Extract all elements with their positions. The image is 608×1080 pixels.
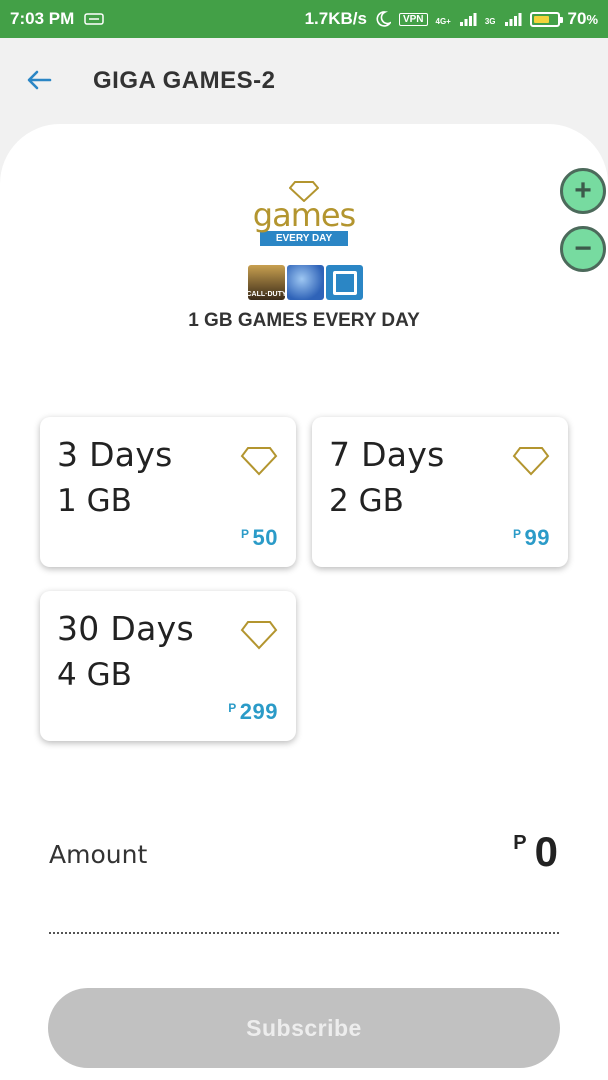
signal-icon [459, 13, 477, 26]
plan-data: 1 GB [57, 483, 132, 519]
zoom-out-button[interactable]: − [560, 226, 606, 272]
signal-icon [504, 13, 522, 26]
amount-label: Amount [49, 840, 148, 869]
net-speed: 1.7KB/s [304, 9, 367, 28]
arrow-left-icon [27, 70, 52, 89]
plan-days: 3 Days [57, 435, 173, 474]
page-title: GIGA GAMES-2 [93, 66, 276, 94]
game-icons: CALL·DUTY [246, 265, 363, 300]
amount-divider [49, 932, 559, 934]
plus-icon: + [574, 174, 592, 207]
diamond-icon [240, 621, 278, 650]
plan-card-30-days[interactable]: 30 Days 4 GB P 299 [40, 591, 296, 741]
minus-icon: − [574, 232, 592, 265]
plan-data: 4 GB [57, 657, 132, 693]
plan-data: 2 GB [329, 483, 404, 519]
call-of-duty-icon: CALL·DUTY [246, 265, 287, 300]
moon-icon [376, 11, 391, 27]
amount-value: P0 [513, 828, 558, 875]
main-card: + − games EVERY DAY CALL·DUTY 1 GB GAMES… [0, 124, 608, 1080]
logo-word: games [252, 196, 356, 234]
network-type-1: 4G+ [435, 17, 451, 26]
status-time: 7:03 PM [10, 9, 75, 28]
diamond-icon [512, 447, 550, 476]
zoom-in-button[interactable]: + [560, 168, 606, 214]
vpn-badge: VPN [398, 12, 428, 26]
diamond-icon [240, 447, 278, 476]
subscribe-button[interactable]: Subscribe [48, 988, 560, 1068]
game-store-icon [326, 265, 363, 300]
plan-card-7-days[interactable]: 7 Days 2 GB P 99 [312, 417, 568, 567]
plan-card-3-days[interactable]: 3 Days 1 GB P 50 [40, 417, 296, 567]
plan-title: 1 GB GAMES EVERY DAY [188, 310, 420, 331]
battery-percent: 70% [567, 9, 598, 28]
back-button[interactable] [26, 66, 66, 96]
mobile-legends-icon [287, 265, 324, 300]
plan-price: P 299 [228, 699, 278, 724]
plan-days: 30 Days [57, 609, 194, 648]
promo-logo: games EVERY DAY [244, 180, 364, 246]
plan-price: P 50 [241, 525, 278, 550]
message-icon [84, 13, 104, 25]
status-bar: 7:03 PM 1.7KB/s VPN 4G+ 3G 70% [0, 0, 608, 38]
plan-days: 7 Days [329, 435, 445, 474]
plan-price: P 99 [513, 525, 550, 550]
battery-icon [529, 11, 563, 27]
network-type-2: 3G [484, 17, 496, 26]
app-header: GIGA GAMES-2 [0, 38, 608, 123]
